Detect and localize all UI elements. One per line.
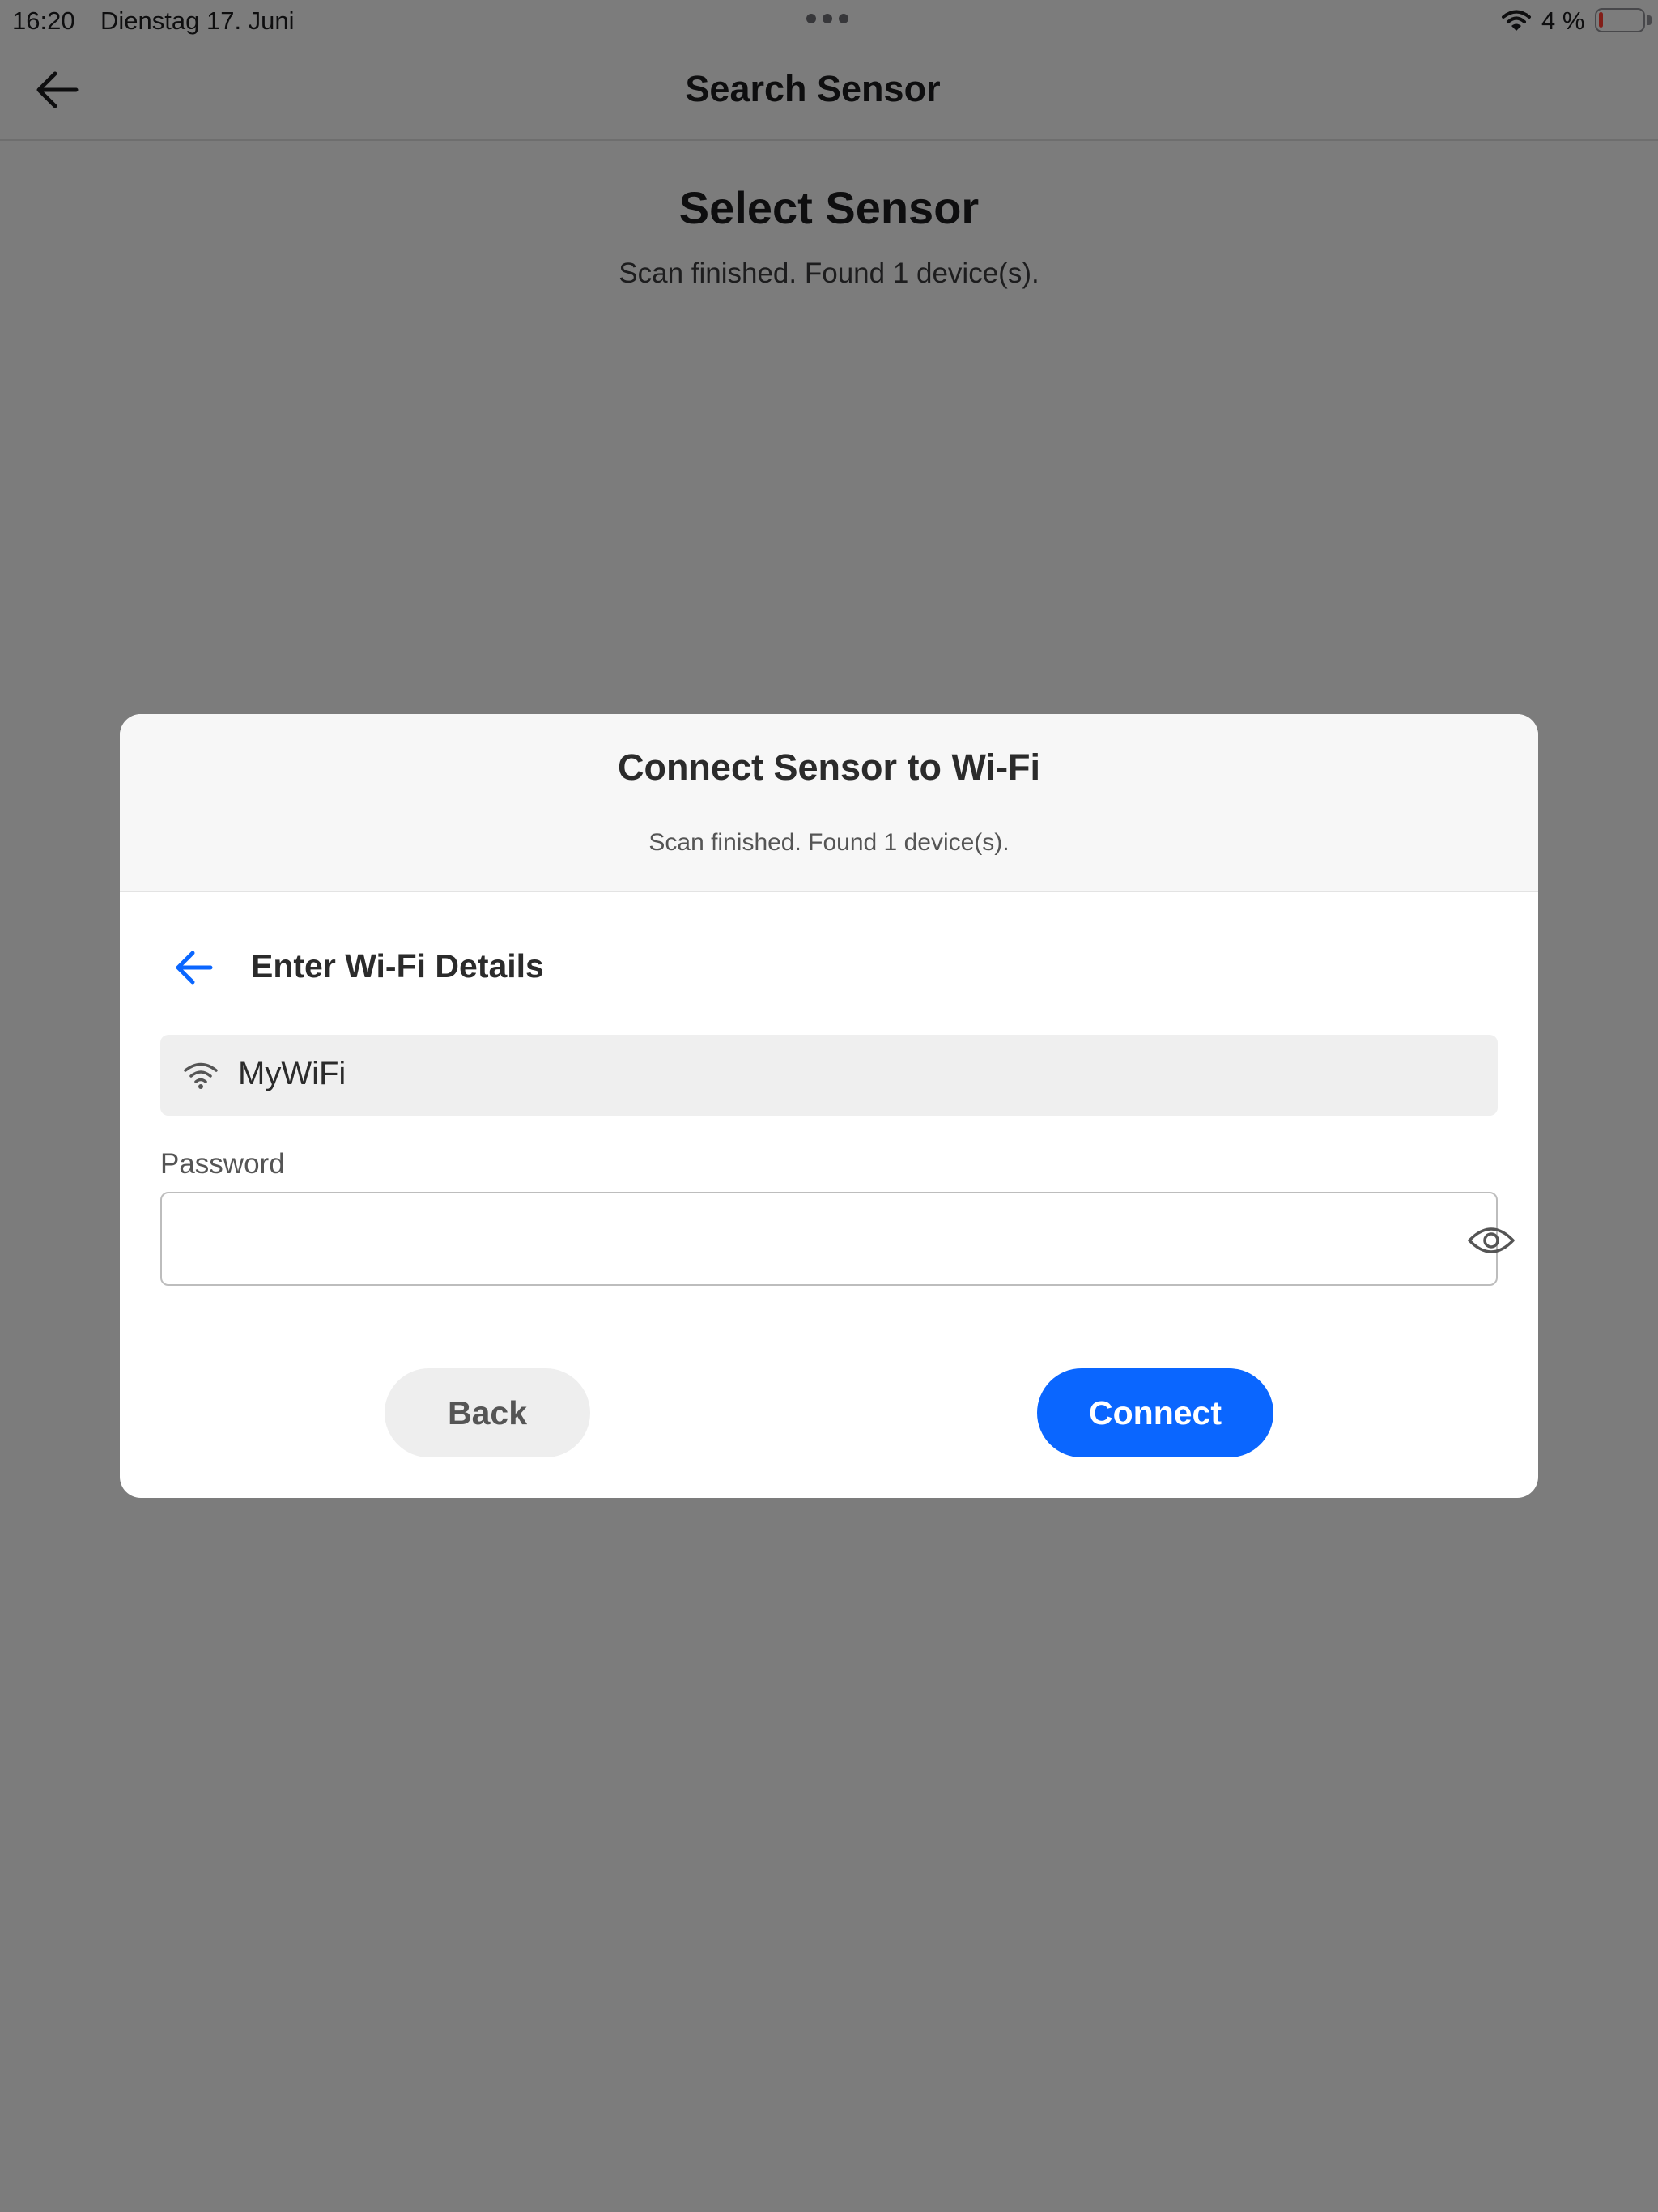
step-back-arrow-icon[interactable] xyxy=(173,949,214,986)
password-label: Password xyxy=(160,1148,285,1180)
ssid-field: MyWiFi xyxy=(160,1035,1498,1116)
step-title: Enter Wi-Fi Details xyxy=(251,947,544,985)
dialog-header: Connect Sensor to Wi-Fi Scan finished. F… xyxy=(120,714,1538,892)
back-button[interactable]: Back xyxy=(385,1368,590,1457)
wifi-connect-dialog: Connect Sensor to Wi-Fi Scan finished. F… xyxy=(120,714,1538,1498)
eye-icon[interactable] xyxy=(1467,1224,1516,1257)
connect-button[interactable]: Connect xyxy=(1037,1368,1273,1457)
wifi-icon xyxy=(184,1062,218,1089)
ssid-value: MyWiFi xyxy=(238,1056,346,1091)
dialog-title: Connect Sensor to Wi-Fi xyxy=(617,747,1041,788)
password-field[interactable] xyxy=(160,1192,1515,1286)
password-input[interactable] xyxy=(178,1210,1392,1268)
dialog-subtitle: Scan finished. Found 1 device(s). xyxy=(648,829,1010,856)
